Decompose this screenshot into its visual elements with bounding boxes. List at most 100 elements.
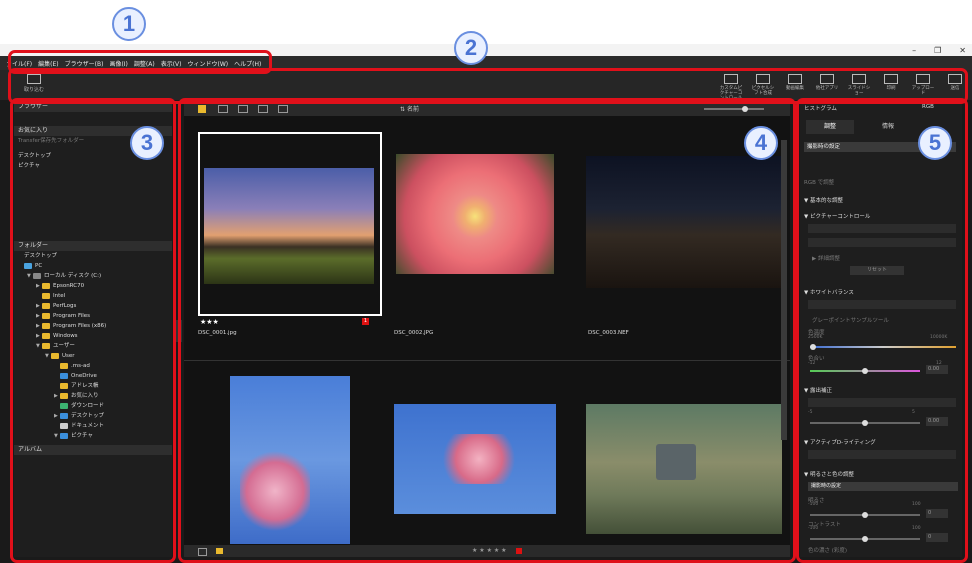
folder-tree-item[interactable]: ▼ ピクチャ [14, 431, 172, 441]
rating-filter[interactable]: ★ ★ ★ ★ ★ [472, 547, 507, 554]
exposure-slider[interactable] [810, 420, 920, 426]
folder-tree-item[interactable]: .ms-ad [14, 361, 172, 371]
tab-adjust[interactable]: 調整 [806, 120, 854, 134]
folder-tree-item[interactable]: ▶ デスクトップ [14, 411, 172, 421]
tab-info[interactable]: 情報 [864, 120, 912, 134]
maximize-icon[interactable]: ❐ [934, 46, 941, 55]
thumbnail-image[interactable] [230, 376, 350, 544]
collapse-left-handle[interactable] [176, 320, 182, 342]
vertical-scrollbar[interactable] [781, 140, 787, 440]
folders-header[interactable]: フォルダー [14, 241, 172, 251]
viewer-icon[interactable] [258, 105, 268, 113]
tint-slider[interactable] [810, 368, 920, 374]
menu-item-3[interactable]: 画像(I) [109, 59, 127, 68]
thumbnail-image[interactable] [394, 404, 556, 514]
label-tag-icon[interactable] [516, 548, 522, 554]
folder-tree-item[interactable]: ▼ ローカル ディスク (C:) [14, 271, 172, 281]
gray-point-tool[interactable]: グレーポイントサンプルツール [812, 316, 889, 324]
callout-1: 1 [112, 7, 146, 41]
brightness-color-header[interactable]: ▼ 明るさと色の調整 [804, 470, 854, 478]
folder-icon [42, 322, 50, 329]
compare-icon[interactable] [278, 105, 288, 113]
favorite-item[interactable]: ピクチャ [14, 161, 172, 171]
detail-toggle[interactable]: ▶ 詳細調整 [812, 254, 840, 262]
toolbar-button-3[interactable]: 他社アプリ [814, 74, 840, 101]
picture-control-select[interactable] [808, 238, 956, 247]
toolbar-button-4[interactable]: スライドショー [846, 74, 872, 101]
menu-item-6[interactable]: ウィンドウ(W) [187, 59, 228, 68]
picture-control-select[interactable] [808, 224, 956, 233]
folder-tree-item[interactable]: デスクトップ [14, 251, 172, 261]
toolbar-button-7[interactable]: 送信 [942, 74, 968, 101]
toolbar-button-5[interactable]: 印刷 [878, 74, 904, 101]
thumbnail-size-slider[interactable] [704, 106, 764, 112]
toolbar-button-0[interactable]: カスタムピクチャーコントロール [718, 74, 744, 101]
exposure-value[interactable]: 0.00 [926, 417, 948, 426]
thumbnail-image[interactable] [396, 154, 554, 274]
toolbar-button-2[interactable]: 動画編集 [782, 74, 808, 101]
folder-tree-item[interactable]: ▶ Program Files [14, 311, 172, 321]
thumbnail-image[interactable] [586, 156, 782, 288]
rating-stars[interactable]: ★★★ [200, 318, 219, 326]
pc-icon [24, 262, 32, 269]
menu-item-0[interactable]: ァイル(F) [6, 59, 32, 68]
folder-tree-item[interactable]: ▶ Program Files (x86) [14, 321, 172, 331]
histogram-header[interactable]: ヒストグラム [804, 104, 837, 112]
sort-selector[interactable]: ⇅ 名前 [400, 104, 419, 113]
adl-select[interactable] [808, 450, 956, 459]
minimize-icon[interactable]: – [912, 46, 916, 55]
folder-tree-item[interactable]: アドレス帳 [14, 381, 172, 391]
brightness-slider[interactable] [810, 512, 920, 518]
thumbnail-image[interactable] [204, 168, 374, 284]
folder-tree-item[interactable]: Intel [14, 291, 172, 301]
browser-header[interactable]: ブラウザー [14, 102, 172, 112]
white-balance-header[interactable]: ▼ ホワイトバランス [804, 288, 854, 296]
color-temp-slider[interactable] [810, 344, 956, 350]
folder-icon [42, 312, 50, 319]
picture-control-header[interactable]: ▼ ピクチャーコントロール [804, 212, 870, 220]
folder-tree-item[interactable]: ▶ お気に入り [14, 391, 172, 401]
folder-tree-item[interactable]: PC [14, 261, 172, 271]
filmstrip-view-icon[interactable] [238, 105, 248, 113]
active-d-lighting-header[interactable]: ▼ アクティブD-ライティング [804, 438, 876, 446]
brightness-value[interactable]: 0 [926, 509, 948, 518]
toolbar-icon [724, 74, 738, 84]
saturation-label: 色の濃さ (彩度) [808, 548, 848, 554]
contrast-slider[interactable] [810, 536, 920, 542]
menu-item-7[interactable]: ヘルプ(H) [234, 59, 261, 68]
menu-item-5[interactable]: 表示(V) [161, 59, 182, 68]
folder-tree-item[interactable]: ▼ User [14, 351, 172, 361]
filter-icon[interactable] [198, 548, 207, 556]
toolbar-button-6[interactable]: アップロード [910, 74, 936, 101]
tint-value[interactable]: 0.00 [926, 365, 948, 374]
menu-item-1[interactable]: 編集(E) [38, 59, 58, 68]
close-icon[interactable]: ✕ [959, 46, 966, 55]
label-badge: 1 [362, 318, 369, 325]
album-header[interactable]: アルバム [14, 445, 172, 455]
toolbar-icon [756, 74, 770, 84]
brightness-preset-select[interactable]: 撮影時の設定 [808, 482, 958, 491]
contrast-value[interactable]: 0 [926, 533, 948, 542]
folder-tree-item[interactable]: ▶ PerfLogs [14, 301, 172, 311]
label-filter-icon[interactable] [216, 548, 223, 554]
grid-view-icon[interactable] [198, 105, 206, 113]
menu-item-2[interactable]: ブラウザー(B) [65, 59, 104, 68]
folder-tree-item[interactable]: ▼ ユーザー [14, 341, 172, 351]
white-balance-select[interactable] [808, 300, 956, 309]
thumbnail-image[interactable] [586, 404, 782, 534]
toolbar-button-1[interactable]: ピクセルシフト合成 [750, 74, 776, 101]
toolbar-icon [884, 74, 898, 84]
menu-item-4[interactable]: 調整(A) [134, 59, 155, 68]
folder-tree-item[interactable]: ▶ EpsonRC70 [14, 281, 172, 291]
exposure-header[interactable]: ▼ 露出補正 [804, 386, 832, 394]
folder-tree-item[interactable]: ▶ Windows [14, 331, 172, 341]
histogram-channel[interactable]: RGB [922, 104, 934, 110]
folder-tree-item[interactable]: OneDrive [14, 371, 172, 381]
folder-tree-item[interactable]: ダウンロード [14, 401, 172, 411]
list-view-icon[interactable] [218, 105, 228, 113]
folder-tree-item[interactable]: ドキュメント [14, 421, 172, 431]
import-button[interactable]: 取り込む [14, 74, 54, 93]
basic-adjust-header[interactable]: ▼ 基本的な調整 [804, 196, 843, 204]
rgb-adjust-toggle[interactable]: RGB で調整 [804, 178, 834, 186]
reset-button[interactable]: リセット [850, 266, 904, 275]
